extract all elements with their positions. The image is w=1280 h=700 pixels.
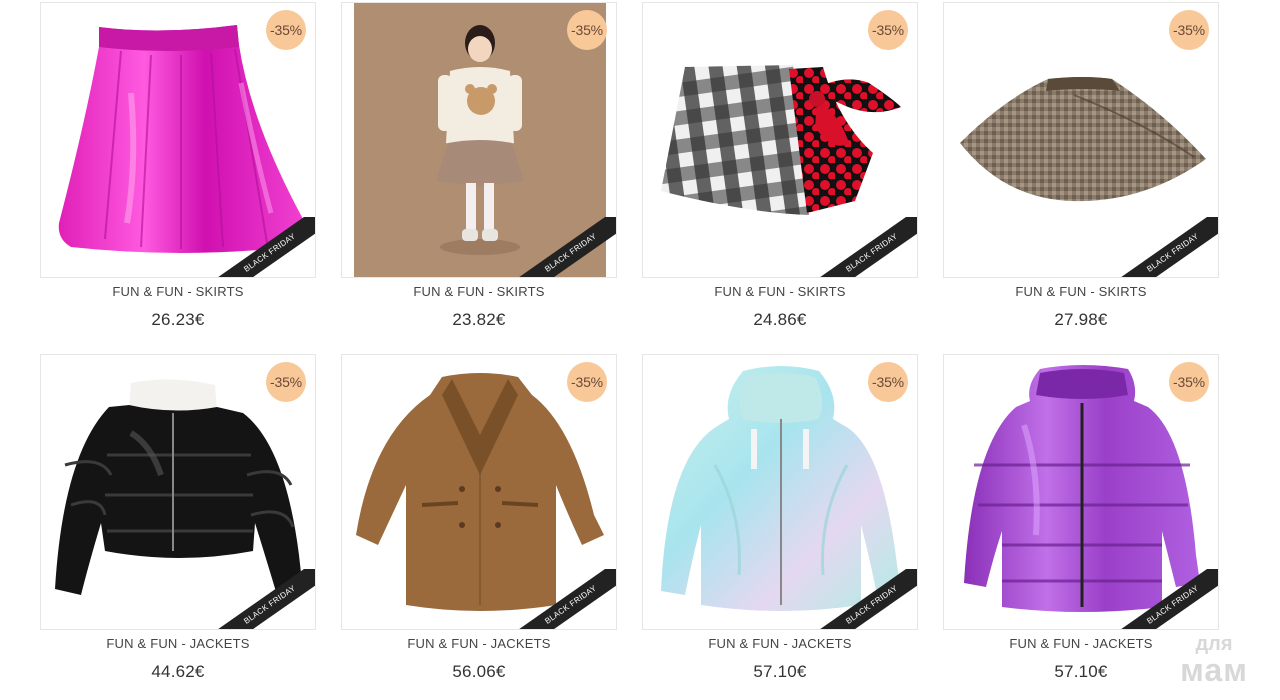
product-image-link[interactable]: -35% BLACK FRIDAY (642, 354, 918, 630)
discount-badge: -35% (1169, 10, 1209, 50)
discount-badge: -35% (567, 362, 607, 402)
product-price: 44.62€ (151, 662, 205, 681)
watermark-logo: для мам (1164, 634, 1264, 686)
ribbon-label: BLACK FRIDAY (817, 217, 917, 277)
ribbon-label: BLACK FRIDAY (516, 217, 616, 277)
discount-badge: -35% (266, 10, 306, 50)
black-friday-ribbon: BLACK FRIDAY (516, 569, 616, 629)
black-friday-ribbon: BLACK FRIDAY (1118, 217, 1218, 277)
black-friday-ribbon: BLACK FRIDAY (817, 569, 917, 629)
product-title[interactable]: FUN & FUN - JACKETS (642, 636, 918, 651)
product-price: 24.86€ (753, 310, 807, 329)
product-title[interactable]: FUN & FUN - SKIRTS (943, 284, 1219, 299)
discount-badge: -35% (868, 362, 908, 402)
product-grid: -35% BLACK FRIDAY FUN & FUN - SKIRTS 26.… (0, 0, 1280, 700)
product-card[interactable]: -35% BLACK FRIDAY FUN & FUN - SKIRTS 26.… (40, 2, 316, 330)
discount-badge: -35% (266, 362, 306, 402)
product-price: 56.06€ (452, 662, 506, 681)
black-friday-ribbon: BLACK FRIDAY (817, 217, 917, 277)
watermark-bottom: мам (1180, 652, 1248, 688)
product-card[interactable]: -35% BLACK FRIDAY FUN & FUN - JACKETS 57… (943, 354, 1219, 682)
product-card[interactable]: -35% BLACK FRIDAY FUN & FUN - JACKETS 57… (642, 354, 918, 682)
product-title[interactable]: FUN & FUN - SKIRTS (642, 284, 918, 299)
product-card[interactable]: -35% BLACK FRIDAY FUN & FUN - SKIRTS 23.… (341, 2, 617, 330)
discount-badge: -35% (1169, 362, 1209, 402)
ribbon-label: BLACK FRIDAY (1118, 569, 1218, 629)
black-friday-ribbon: BLACK FRIDAY (215, 217, 315, 277)
product-card[interactable]: -35% BLACK FRIDAY FUN & FUN - SKIRTS 27.… (943, 2, 1219, 330)
product-title[interactable]: FUN & FUN - JACKETS (341, 636, 617, 651)
product-image-link[interactable]: -35% BLACK FRIDAY (341, 354, 617, 630)
product-image-link[interactable]: -35% BLACK FRIDAY (40, 2, 316, 278)
ribbon-label: BLACK FRIDAY (516, 569, 616, 629)
product-image-link[interactable]: -35% BLACK FRIDAY (341, 2, 617, 278)
ribbon-label: BLACK FRIDAY (215, 569, 315, 629)
product-image-link[interactable]: -35% BLACK FRIDAY (642, 2, 918, 278)
product-price: 26.23€ (151, 310, 205, 329)
product-price: 27.98€ (1054, 310, 1108, 329)
product-price: 57.10€ (753, 662, 807, 681)
discount-badge: -35% (567, 10, 607, 50)
black-friday-ribbon: BLACK FRIDAY (516, 217, 616, 277)
ribbon-label: BLACK FRIDAY (215, 217, 315, 277)
product-image-link[interactable]: -35% BLACK FRIDAY (943, 2, 1219, 278)
product-card[interactable]: -35% BLACK FRIDAY FUN & FUN - JACKETS 44… (40, 354, 316, 682)
product-card[interactable]: -35% BLACK FRIDAY FUN & FUN - JACKETS 56… (341, 354, 617, 682)
product-title[interactable]: FUN & FUN - JACKETS (40, 636, 316, 651)
ribbon-label: BLACK FRIDAY (1118, 217, 1218, 277)
product-price: 23.82€ (452, 310, 506, 329)
product-image-link[interactable]: -35% BLACK FRIDAY (40, 354, 316, 630)
product-image-link[interactable]: -35% BLACK FRIDAY (943, 354, 1219, 630)
watermark-top: для (1195, 633, 1233, 655)
discount-badge: -35% (868, 10, 908, 50)
black-friday-ribbon: BLACK FRIDAY (215, 569, 315, 629)
product-card[interactable]: -35% BLACK FRIDAY FUN & FUN - SKIRTS 24.… (642, 2, 918, 330)
product-title[interactable]: FUN & FUN - SKIRTS (341, 284, 617, 299)
black-friday-ribbon: BLACK FRIDAY (1118, 569, 1218, 629)
ribbon-label: BLACK FRIDAY (817, 569, 917, 629)
product-title[interactable]: FUN & FUN - SKIRTS (40, 284, 316, 299)
